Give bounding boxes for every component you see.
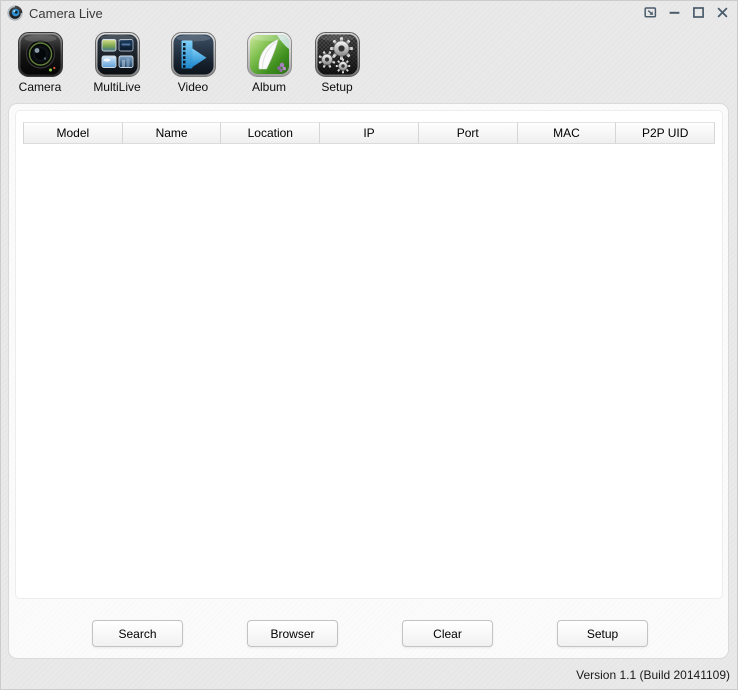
column-header-ip[interactable]: IP (320, 122, 419, 144)
column-header-port[interactable]: Port (419, 122, 518, 144)
device-list-body (23, 144, 715, 590)
search-button[interactable]: Search (92, 620, 183, 647)
video-filmstrip-icon (157, 32, 229, 77)
device-table: Model Name Location IP Port MAC P2P UID (15, 110, 723, 599)
column-header-mac[interactable]: MAC (518, 122, 617, 144)
toolbar-label-camera: Camera (4, 80, 76, 94)
window-controls (636, 3, 732, 22)
toolbar-label-video: Video (157, 80, 229, 94)
toolbar-label-setup: Setup (301, 80, 373, 94)
device-list-panel: Model Name Location IP Port MAC P2P UID (8, 103, 729, 659)
toolbar-item-setup[interactable]: Setup (301, 32, 373, 94)
browser-button[interactable]: Browser (247, 620, 338, 647)
toolbar-item-camera[interactable]: Camera (4, 32, 76, 94)
app-logo-icon (7, 5, 23, 21)
camera-live-window: Camera Live (0, 0, 738, 690)
toolbar-item-album[interactable]: Album (233, 32, 305, 94)
table-header-row: Model Name Location IP Port MAC P2P UID (23, 122, 715, 144)
column-header-location[interactable]: Location (221, 122, 320, 144)
setup-button[interactable]: Setup (557, 620, 648, 647)
titlebar: Camera Live (0, 0, 738, 26)
column-header-name[interactable]: Name (123, 122, 222, 144)
version-label: Version 1.1 (Build 20141109) (576, 668, 730, 682)
multilive-grid-icon (81, 32, 153, 77)
toolbar-item-video[interactable]: Video (157, 32, 229, 94)
album-photo-icon (233, 32, 305, 77)
maximize-icon[interactable] (689, 3, 708, 22)
toolbar-item-multilive[interactable]: MultiLive (81, 32, 153, 94)
toolbar-label-multilive: MultiLive (81, 80, 153, 94)
close-icon[interactable] (713, 3, 732, 22)
camera-icon (4, 32, 76, 77)
gears-icon (301, 32, 373, 77)
window-title: Camera Live (29, 6, 103, 21)
column-header-p2p-uid[interactable]: P2P UID (616, 122, 715, 144)
toolbar-label-album: Album (233, 80, 305, 94)
minimize-icon[interactable] (665, 3, 684, 22)
float-window-icon[interactable] (641, 3, 660, 22)
clear-button[interactable]: Clear (402, 620, 493, 647)
column-header-model[interactable]: Model (23, 122, 123, 144)
